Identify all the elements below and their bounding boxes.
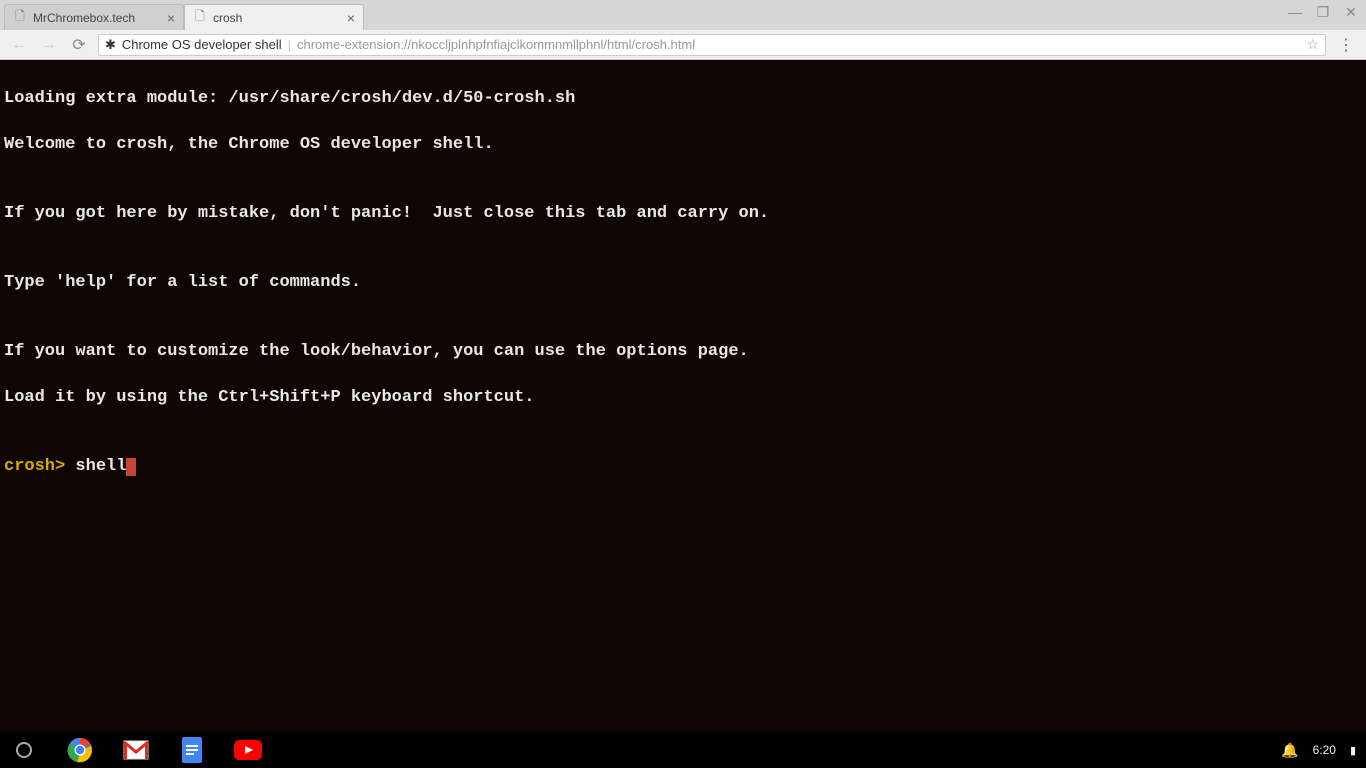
terminal-line: Welcome to crosh, the Chrome OS develope… bbox=[4, 133, 1362, 156]
page-title-label: Chrome OS developer shell bbox=[122, 37, 282, 52]
tab-crosh[interactable]: 🗋 crosh × bbox=[184, 4, 364, 30]
notifications-icon[interactable]: 🔔 bbox=[1281, 742, 1298, 759]
toolbar: ← → ⟳ ✱ Chrome OS developer shell | chro… bbox=[0, 30, 1366, 60]
battery-icon: ▮ bbox=[1350, 744, 1356, 757]
terminal-prompt: crosh> bbox=[4, 457, 75, 476]
close-icon[interactable]: × bbox=[347, 10, 355, 26]
tab-strip: 🗋 MrChromebox.tech × 🗋 crosh × — ❐ ✕ bbox=[0, 0, 1366, 30]
forward-button[interactable]: → bbox=[38, 34, 60, 56]
page-icon: 🗋 bbox=[193, 11, 207, 25]
terminal-line: Load it by using the Ctrl+Shift+P keyboa… bbox=[4, 386, 1362, 409]
minimize-icon[interactable]: — bbox=[1286, 4, 1304, 21]
back-button[interactable]: ← bbox=[8, 34, 30, 56]
window-controls: — ❐ ✕ bbox=[1286, 4, 1360, 21]
maximize-icon[interactable]: ❐ bbox=[1314, 4, 1332, 21]
extension-icon: ✱ bbox=[105, 37, 116, 53]
terminal[interactable]: Loading extra module: /usr/share/crosh/d… bbox=[0, 60, 1366, 732]
terminal-line: If you want to customize the look/behavi… bbox=[4, 340, 1362, 363]
terminal-line: If you got here by mistake, don't panic!… bbox=[4, 202, 1362, 225]
gmail-icon[interactable] bbox=[122, 736, 150, 764]
status-tray[interactable]: 🔔 6:20 ▮ bbox=[1281, 742, 1356, 759]
shelf-apps bbox=[10, 736, 262, 764]
tab-title: crosh bbox=[213, 11, 339, 25]
terminal-prompt-line: crosh> shell bbox=[4, 455, 1362, 478]
close-icon[interactable]: × bbox=[167, 10, 175, 26]
youtube-icon[interactable] bbox=[234, 736, 262, 764]
clock: 6:20 bbox=[1313, 743, 1336, 757]
page-icon: 🗋 bbox=[13, 11, 27, 25]
chrome-icon[interactable] bbox=[66, 736, 94, 764]
url-separator: | bbox=[288, 37, 291, 52]
url-text: chrome-extension://nkoccljplnhpfnfiajclk… bbox=[297, 37, 695, 52]
close-window-icon[interactable]: ✕ bbox=[1342, 4, 1360, 21]
terminal-input: shell bbox=[75, 457, 126, 476]
tab-mrchromebox[interactable]: 🗋 MrChromebox.tech × bbox=[4, 4, 184, 30]
terminal-cursor bbox=[126, 458, 136, 476]
reload-button[interactable]: ⟳ bbox=[68, 34, 90, 56]
docs-icon[interactable] bbox=[178, 736, 206, 764]
address-bar[interactable]: ✱ Chrome OS developer shell | chrome-ext… bbox=[98, 34, 1326, 56]
tab-title: MrChromebox.tech bbox=[33, 11, 159, 25]
shelf: 🔔 6:20 ▮ bbox=[0, 732, 1366, 768]
browser-menu-icon[interactable]: ⋮ bbox=[1334, 35, 1358, 55]
launcher-icon[interactable] bbox=[10, 736, 38, 764]
bookmark-star-icon[interactable]: ☆ bbox=[1306, 36, 1319, 53]
terminal-line: Loading extra module: /usr/share/crosh/d… bbox=[4, 87, 1362, 110]
terminal-line: Type 'help' for a list of commands. bbox=[4, 271, 1362, 294]
